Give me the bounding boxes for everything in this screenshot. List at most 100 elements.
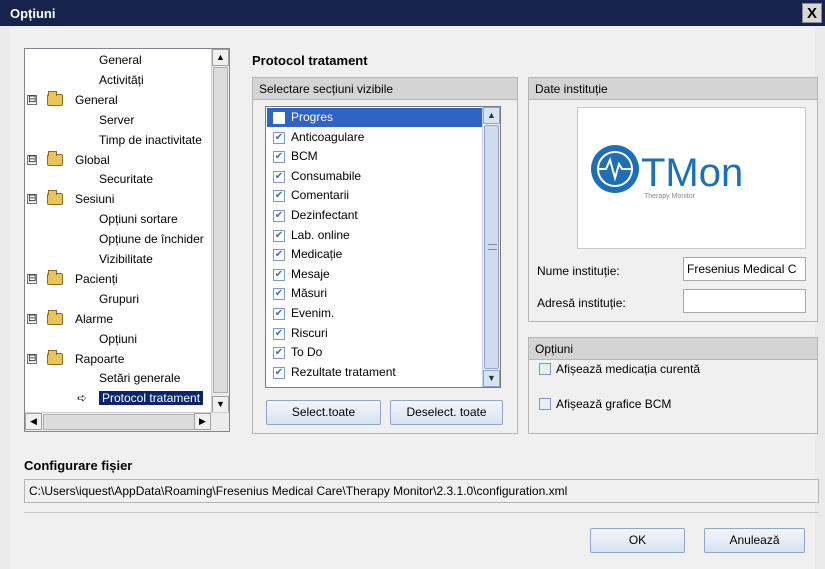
section-item[interactable]: ✔ Măsuri [267, 284, 482, 303]
checkbox-checked-icon[interactable]: ✔ [273, 268, 285, 281]
tree-item-label: Protocol tratament [99, 391, 204, 406]
cancel-button[interactable]: Anulează [704, 528, 805, 553]
options-group: Opțiuni [528, 337, 818, 434]
collapse-icon[interactable]: ⊟ [27, 313, 37, 324]
section-item-label: Lab. online [291, 227, 350, 242]
checkbox-checked-icon[interactable]: ✔ [273, 131, 285, 144]
tree-item[interactable]: Opțiuni [99, 330, 137, 348]
section-item[interactable]: ✔ Riscuri [267, 324, 482, 343]
section-item[interactable]: ✔ Evenim. [267, 304, 482, 323]
checkbox-checked-icon[interactable]: ✔ [273, 347, 285, 360]
section-item[interactable]: ✔ Comentarii [267, 186, 482, 205]
tree-item[interactable]: ➪ Protocol tratament [77, 389, 204, 407]
tree-item[interactable]: Timp de inactivitate [99, 131, 202, 149]
tree-vertical-scrollbar[interactable]: ▲ ▼ [211, 49, 229, 413]
collapse-icon[interactable]: ⊟ [27, 154, 37, 165]
window-title: Opțiuni [10, 6, 56, 21]
tree-item-label: Vizibilitate [99, 252, 153, 266]
config-path-field: C:\Users\iquest\AppData\Roaming\Freseniu… [24, 479, 819, 503]
institution-address-field[interactable] [683, 289, 806, 313]
checkbox-checked-icon[interactable]: ✔ [273, 210, 285, 222]
options-group-header: Opțiuni [529, 338, 817, 360]
folder-icon [47, 190, 63, 206]
collapse-icon[interactable]: ⊟ [27, 94, 37, 105]
section-item[interactable]: Progres [267, 108, 482, 127]
section-item-label: To Do [291, 345, 323, 360]
logo-sub-text: Therapy Monitor [644, 193, 696, 200]
institution-address-label: Adresă instituție: [537, 296, 626, 310]
select-all-button[interactable]: Select.toate [266, 400, 381, 425]
checkbox-checked-icon[interactable]: ✔ [273, 190, 285, 203]
checkbox-checked-icon[interactable]: ✔ [273, 366, 285, 379]
tree-item[interactable]: Setări generale [99, 369, 180, 387]
section-item-label: Comentarii [291, 188, 350, 203]
checkbox-checked-icon[interactable]: ✔ [273, 288, 285, 301]
section-item-label: Consumabile [291, 168, 362, 183]
checkbox-checked-icon[interactable]: ✔ [273, 229, 285, 242]
tree-item[interactable]: Securitate [99, 170, 153, 188]
tree-item[interactable]: Activități [99, 71, 144, 89]
scroll-thumb[interactable] [213, 67, 228, 393]
hscroll-thumb[interactable] [43, 414, 203, 430]
folder-icon [47, 150, 63, 166]
tree-item[interactable]: Opțiune de închider [99, 230, 204, 248]
scroll-right-icon[interactable]: ▶ [194, 413, 211, 430]
tree-item[interactable]: Server [99, 111, 134, 129]
tree-item[interactable]: ⊟ Pacienți [27, 269, 118, 288]
scroll-down-icon[interactable]: ▼ [483, 370, 500, 387]
tree-horizontal-scrollbar[interactable]: ◀ ▶ [25, 412, 229, 431]
checkbox-checked-icon[interactable]: ✔ [273, 170, 285, 183]
tree-item[interactable]: General [99, 51, 142, 69]
checkbox-checked-icon[interactable]: ✔ [273, 249, 285, 262]
deselect-all-button[interactable]: Deselect. toate [390, 400, 503, 425]
section-item-label: Măsuri [291, 286, 328, 301]
tree-item[interactable]: ⊟ Global [27, 150, 110, 169]
collapse-icon[interactable]: ⊟ [27, 353, 37, 364]
checkbox-checked-icon[interactable]: ✔ [273, 151, 285, 164]
tree-item[interactable]: ⊟ General [27, 90, 118, 109]
sections-scrollbar[interactable]: ▲ ▼ [482, 107, 500, 387]
page-title: Protocol tratament [252, 53, 368, 68]
tree-item[interactable]: Vizibilitate [99, 250, 153, 268]
tree-item[interactable]: Opțiuni sortare [99, 210, 178, 228]
tree-item-label: Setări generale [99, 371, 181, 386]
section-item[interactable]: ✔ Mesaje [267, 265, 482, 284]
scroll-up-icon[interactable]: ▲ [483, 107, 500, 124]
tree-item[interactable]: Grupuri [99, 290, 139, 308]
scroll-left-icon[interactable]: ◀ [25, 413, 42, 430]
tree-item[interactable]: ⊟ Rapoarte [27, 349, 124, 368]
section-item[interactable]: ✔ Consumabile [267, 167, 482, 186]
tree-item-label: General [99, 53, 142, 67]
scroll-down-icon[interactable]: ▼ [212, 396, 229, 413]
collapse-icon[interactable]: ⊟ [27, 273, 37, 284]
show-bcm-checkbox[interactable]: Afișează grafice BCM [539, 397, 671, 411]
tree-item[interactable]: ⊟ Sesiuni [27, 190, 115, 208]
section-item[interactable]: ✔ To Do [267, 343, 482, 362]
section-item[interactable]: ✔ BCM [267, 147, 482, 166]
tmon-logo-icon: TMon Therapy Monitor [591, 145, 743, 200]
tree-item-label: Sesiuni [75, 192, 115, 207]
section-item-label: Riscuri [291, 325, 328, 340]
section-item[interactable]: ✔ Lab. online [267, 226, 482, 245]
ok-button[interactable]: OK [590, 528, 685, 553]
scroll-up-icon[interactable]: ▲ [212, 49, 229, 66]
section-item[interactable]: ✔ Medicație [267, 245, 482, 264]
section-item[interactable]: ✔ Anticoagulare [267, 128, 482, 147]
section-item-label: Medicație [291, 247, 343, 262]
checkbox-checked-icon[interactable]: ✔ [273, 327, 285, 340]
checkbox-icon[interactable] [273, 112, 285, 124]
close-button[interactable]: X [802, 3, 822, 23]
institution-name-field[interactable]: Fresenius Medical C [683, 257, 806, 281]
collapse-icon[interactable]: ⊟ [27, 194, 37, 205]
folder-icon [47, 309, 63, 325]
options-tree: General Activități ⊟ General Server Timp de i… [24, 48, 230, 432]
tree-item-label: Opțiuni sortare [99, 212, 178, 227]
scroll-thumb[interactable] [484, 125, 499, 369]
section-item[interactable]: ✔ Rezultate tratament [267, 363, 482, 382]
section-item[interactable]: ✔ Dezinfectant [267, 206, 482, 225]
grip-icon [488, 244, 497, 250]
config-title: Configurare fișier [24, 458, 133, 473]
tree-item[interactable]: ⊟ Alarme [27, 309, 113, 328]
show-medication-checkbox[interactable]: Afișează medicația curentă [539, 362, 700, 376]
checkbox-checked-icon[interactable]: ✔ [273, 308, 285, 320]
